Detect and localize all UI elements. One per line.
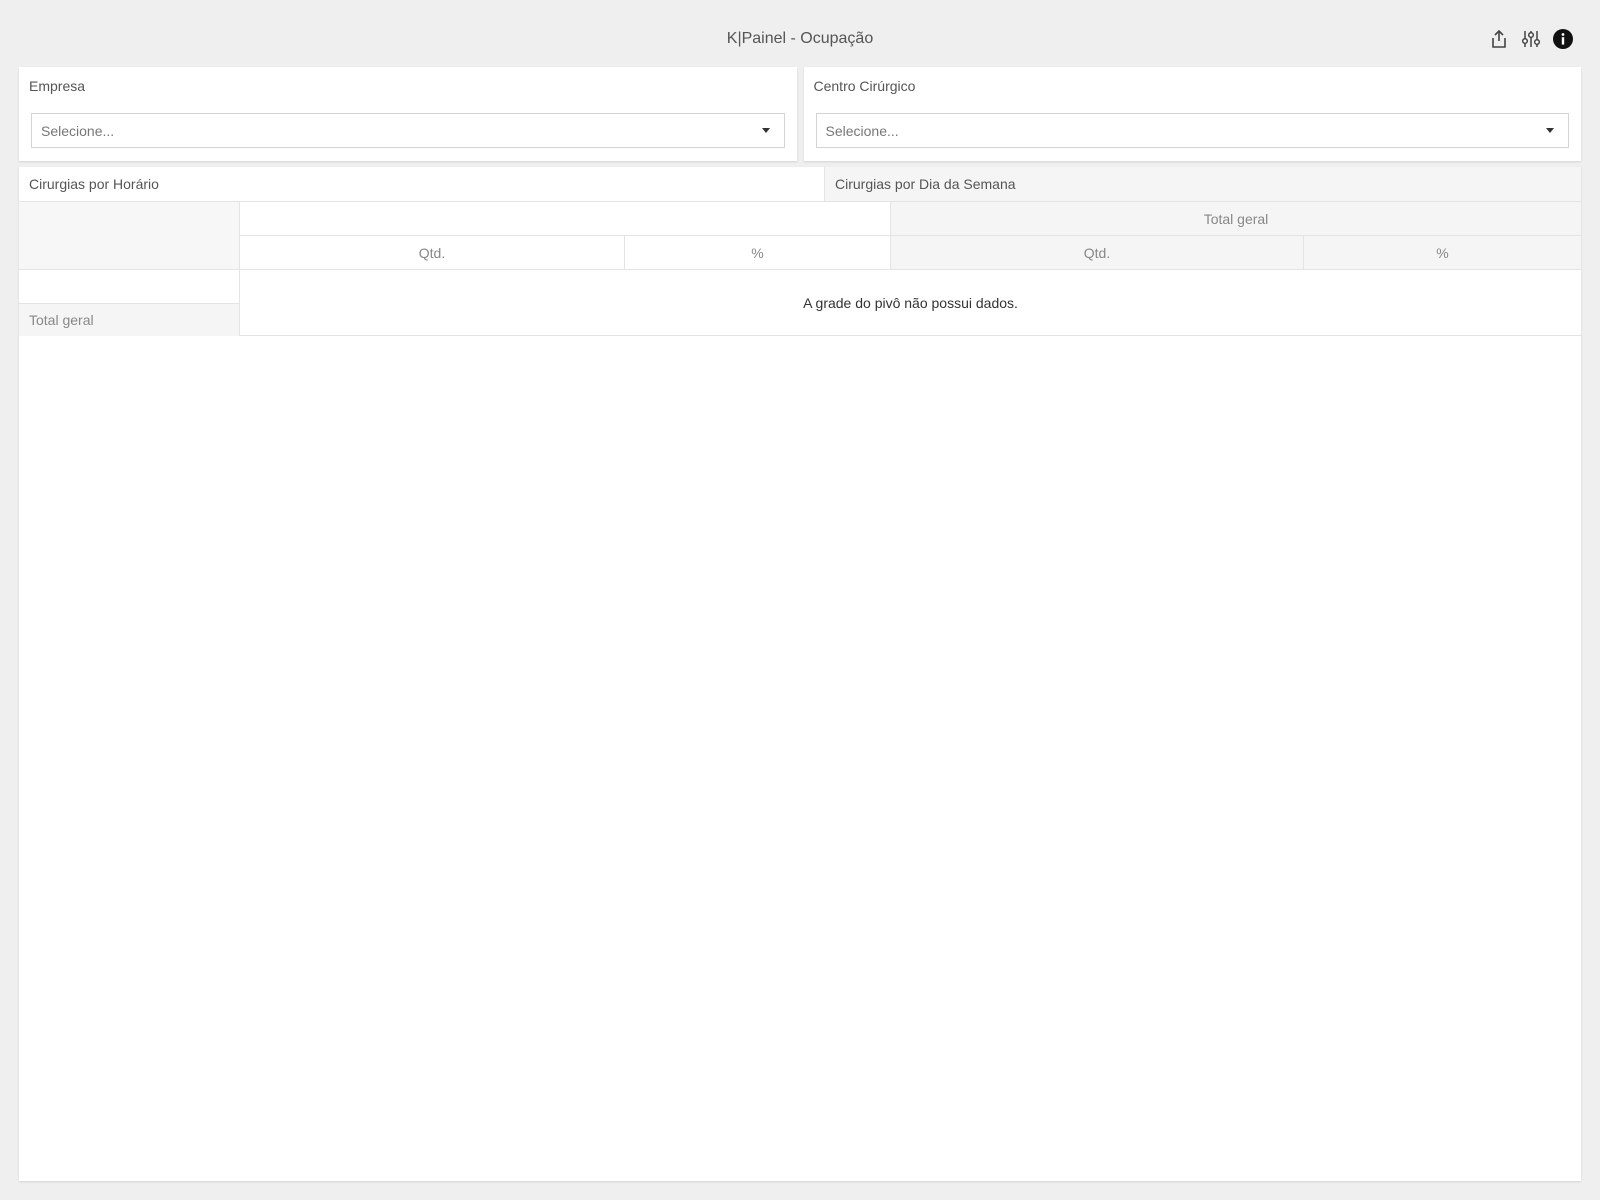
filter-settings-icon[interactable] — [1520, 28, 1542, 50]
filter-label: Empresa — [29, 78, 86, 94]
tab-cirurgias-por-dia-da-semana[interactable]: Cirurgias por Dia da Semana — [825, 167, 1581, 201]
filter-empresa: Empresa Selecione... — [19, 67, 797, 161]
empresa-select[interactable]: Selecione... — [31, 113, 785, 148]
chevron-down-icon — [1546, 128, 1554, 133]
pivot-measure-qtd-header: Qtd. — [240, 236, 625, 270]
pivot-measure-percent-header: % — [625, 236, 891, 270]
pivot-row-header-blank — [19, 270, 240, 304]
pivot-total-qtd-header: Qtd. — [891, 236, 1304, 270]
info-icon[interactable] — [1552, 28, 1574, 50]
filters-bar: Empresa Selecione... Centro Cirúrgico Se… — [19, 67, 1581, 161]
tab-cirurgias-por-horario[interactable]: Cirurgias por Horário — [19, 167, 825, 201]
pivot-no-data-message: A grade do pivô não possui dados. — [803, 295, 1018, 311]
filter-centro-cirurgico: Centro Cirúrgico Selecione... — [803, 67, 1581, 161]
tab-bar: Cirurgias por Horário Cirurgias por Dia … — [19, 167, 1581, 202]
select-placeholder: Selecione... — [825, 122, 899, 139]
centro-cirurgico-select[interactable]: Selecione... — [815, 113, 1569, 148]
pivot-grand-total-header: Total geral — [891, 202, 1581, 236]
share-icon[interactable] — [1488, 28, 1510, 50]
app-header: K|Painel - Ocupação — [0, 0, 1600, 66]
header-actions — [1488, 28, 1574, 50]
select-placeholder: Selecione... — [41, 122, 115, 139]
pivot-corner-cell — [19, 202, 240, 270]
pivot-row-grand-total: Total geral — [19, 304, 240, 336]
main-panel: Cirurgias por Horário Cirurgias por Dia … — [19, 167, 1581, 1181]
pivot-column-group-header — [240, 202, 891, 236]
pivot-grid: Total geral Qtd. % Qtd. % Total geral A … — [19, 202, 1581, 336]
page-title: K|Painel - Ocupação — [726, 30, 874, 47]
filter-label: Centro Cirúrgico — [813, 78, 916, 94]
pivot-total-percent-header: % — [1304, 236, 1581, 270]
chevron-down-icon — [761, 128, 770, 133]
